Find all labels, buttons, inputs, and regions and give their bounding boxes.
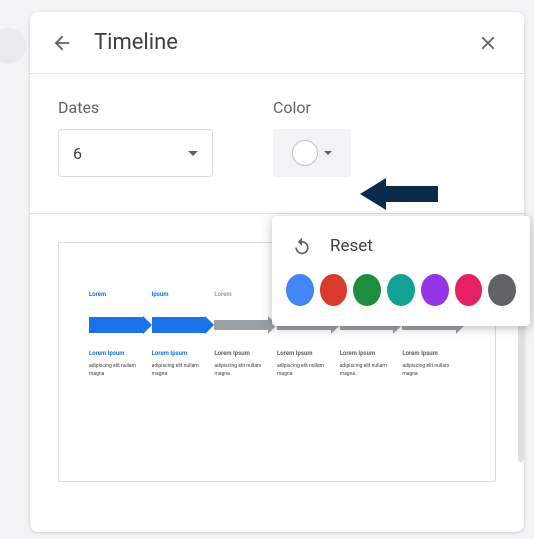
controls-row: Dates 6 Color	[30, 74, 524, 187]
preview-top-label: Lorem	[89, 291, 152, 298]
color-control-group: Color	[273, 98, 351, 177]
preview-segment	[89, 316, 152, 334]
arrow-left-icon	[51, 32, 73, 54]
close-button[interactable]	[476, 31, 500, 55]
swatch-row	[286, 270, 516, 310]
reset-label: Reset	[330, 236, 373, 256]
preview-item: Lorem Ipsumadipiscing elit nullam magna	[89, 350, 152, 378]
color-swatch-pink[interactable]	[455, 274, 483, 306]
close-icon	[477, 32, 499, 54]
chevron-down-icon	[324, 151, 332, 155]
color-swatch-empty	[292, 140, 318, 166]
preview-segment	[152, 316, 215, 334]
color-popover: Reset	[272, 216, 530, 326]
color-swatch-green[interactable]	[353, 274, 381, 306]
dates-control-group: Dates 6	[58, 98, 213, 177]
dates-value: 6	[73, 144, 82, 163]
preview-segment	[214, 316, 277, 334]
background-avatar-stub	[0, 28, 26, 64]
preview-top-label: Lorem	[214, 291, 277, 298]
color-swatch-gray[interactable]	[488, 274, 516, 306]
preview-top-label: Ipsum	[152, 291, 215, 298]
color-swatch-blue[interactable]	[286, 274, 314, 306]
preview-item: Lorem Ipsumadipiscing elit nullam magna	[340, 350, 403, 378]
color-swatch-teal[interactable]	[387, 274, 415, 306]
color-swatch-red[interactable]	[320, 274, 348, 306]
chevron-down-icon	[188, 151, 198, 156]
dates-label: Dates	[58, 98, 213, 117]
preview-item: Lorem Ipsumadipiscing elit nullam magna	[152, 350, 215, 378]
reset-icon	[292, 236, 312, 256]
back-button[interactable]	[50, 31, 74, 55]
color-label: Color	[273, 98, 351, 117]
panel-title: Timeline	[94, 30, 456, 55]
preview-bottom-labels: Lorem Ipsumadipiscing elit nullam magna …	[89, 350, 465, 378]
scrollbar-thumb[interactable]	[518, 312, 524, 462]
color-swatch-purple[interactable]	[421, 274, 449, 306]
preview-item: Lorem Ipsumadipiscing elit nullam magna	[402, 350, 465, 378]
preview-item: Lorem Ipsumadipiscing elit nullam magna	[214, 350, 277, 378]
preview-item: Lorem Ipsumadipiscing elit nullam magna	[277, 350, 340, 378]
dates-select[interactable]: 6	[58, 129, 213, 177]
pointer-arrow-annotation	[360, 174, 440, 214]
panel-header: Timeline	[30, 12, 524, 74]
color-select[interactable]	[273, 129, 351, 177]
arrow-left-icon	[360, 178, 438, 210]
reset-button[interactable]: Reset	[286, 232, 516, 270]
